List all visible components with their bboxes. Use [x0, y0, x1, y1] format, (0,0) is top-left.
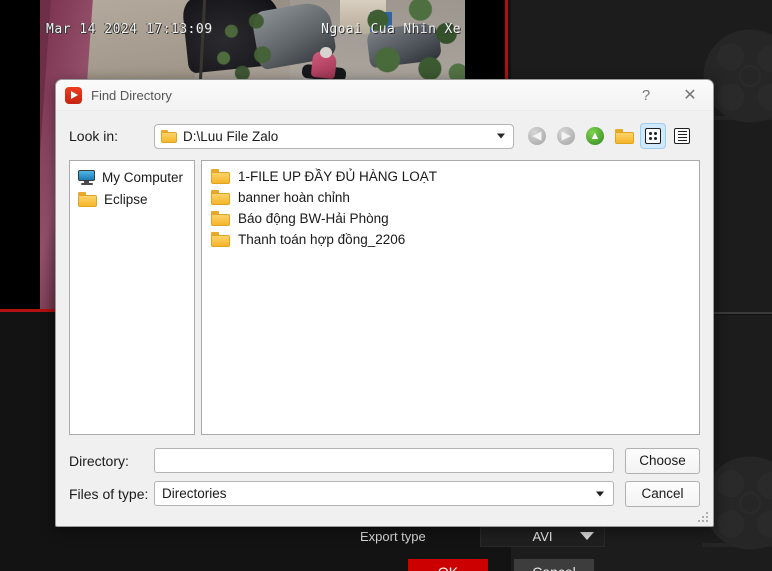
sidebar-item-my-computer[interactable]: My Computer: [74, 166, 190, 188]
find-directory-dialog: Find Directory ? ✕ Look in: D:\Luu File …: [55, 79, 714, 527]
screen: Mar 14 2024 17:13:09 Ngoai Cua Nhin Xe 1…: [0, 0, 772, 571]
list-item-label: 1-FILE UP ĐẦY ĐỦ HÀNG LOẠT: [238, 169, 438, 184]
folder-icon: [161, 129, 177, 143]
files-of-type-select[interactable]: Directories: [154, 481, 614, 506]
list-item[interactable]: Báo động BW-Hải Phòng: [206, 208, 695, 229]
folder-icon: [78, 191, 97, 207]
forward-button[interactable]: ▶: [553, 123, 579, 149]
files-of-type-row: Files of type: Directories Cancel: [69, 480, 700, 507]
new-folder-button[interactable]: [611, 123, 637, 149]
dialog-toolbar: ◀ ▶ ▲: [524, 123, 695, 149]
folder-icon: [211, 190, 230, 205]
dialog-body: Look in: D:\Luu File Zalo ◀ ▶ ▲ My Compu…: [56, 111, 713, 507]
folder-icon: [211, 232, 230, 247]
folder-icon: [211, 169, 230, 184]
back-arrow-icon: ◀: [528, 127, 546, 145]
browser-panes: My Computer Eclipse 1-FILE UP ĐẦY ĐỦ HÀN…: [69, 160, 700, 435]
list-item-label: Thanh toán hợp đồng_2206: [238, 232, 406, 247]
background-button-row: OK Cancel: [408, 559, 608, 571]
look-in-label: Look in:: [69, 128, 119, 144]
list-item-label: banner hoàn chỉnh: [238, 190, 350, 205]
chevron-down-icon: [580, 532, 594, 540]
video-camera-label: Ngoai Cua Nhin Xe: [321, 22, 461, 37]
files-of-type-value: Directories: [162, 486, 227, 501]
sidebar-item-label: My Computer: [102, 169, 184, 185]
background-cancel-button[interactable]: Cancel: [514, 559, 594, 571]
close-button[interactable]: ✕: [667, 80, 713, 110]
dialog-titlebar[interactable]: Find Directory ? ✕: [56, 80, 713, 111]
titlebar-buttons: ? ✕: [625, 80, 713, 110]
dialog-form: Directory: Choose Files of type: Directo…: [69, 447, 700, 507]
chevron-down-icon: [596, 491, 604, 496]
resize-grip[interactable]: [697, 511, 709, 523]
look-in-row: Look in: D:\Luu File Zalo ◀ ▶ ▲: [69, 123, 700, 149]
look-in-select[interactable]: D:\Luu File Zalo: [154, 123, 514, 149]
list-view-icon: [645, 128, 661, 144]
folder-icon: [211, 211, 230, 226]
new-folder-icon: [614, 128, 634, 144]
parent-directory-button[interactable]: ▲: [582, 123, 608, 149]
list-view-button[interactable]: [640, 123, 666, 149]
up-arrow-icon: ▲: [586, 127, 604, 145]
forward-arrow-icon: ▶: [557, 127, 575, 145]
list-item[interactable]: banner hoàn chỉnh: [206, 187, 695, 208]
back-button[interactable]: ◀: [524, 123, 550, 149]
chevron-down-icon: [497, 133, 505, 139]
directory-input[interactable]: [154, 448, 614, 473]
sidebar-item-label: Eclipse: [104, 191, 148, 207]
list-item-label: Báo động BW-Hải Phòng: [238, 211, 389, 226]
app-play-icon: [65, 86, 82, 104]
detail-view-button[interactable]: [669, 123, 695, 149]
directory-label: Directory:: [69, 452, 129, 469]
dialog-title: Find Directory: [91, 87, 172, 103]
export-type-label: Export type: [360, 528, 426, 544]
directory-row: Directory: Choose: [69, 447, 700, 474]
sidebar[interactable]: My Computer Eclipse: [69, 160, 195, 435]
export-type-value: AVI: [532, 528, 553, 544]
export-type-row: Export type AVI: [360, 524, 610, 548]
help-button[interactable]: ?: [625, 80, 667, 110]
computer-icon: [78, 169, 95, 185]
files-of-type-label: Files of type:: [69, 485, 149, 502]
detail-view-icon: [674, 128, 690, 144]
video-timestamp: Mar 14 2024 17:13:09: [46, 22, 213, 37]
look-in-value: D:\Luu File Zalo: [183, 128, 279, 144]
choose-button[interactable]: Choose: [625, 447, 700, 474]
file-list[interactable]: 1-FILE UP ĐẦY ĐỦ HÀNG LOẠT banner hoàn c…: [201, 160, 700, 435]
export-type-select[interactable]: AVI: [480, 525, 605, 547]
list-item[interactable]: 1-FILE UP ĐẦY ĐỦ HÀNG LOẠT: [206, 166, 695, 187]
cancel-button[interactable]: Cancel: [625, 480, 700, 507]
list-item[interactable]: Thanh toán hợp đồng_2206: [206, 229, 695, 250]
sidebar-item-eclipse[interactable]: Eclipse: [74, 188, 190, 210]
ok-button[interactable]: OK: [408, 559, 488, 571]
